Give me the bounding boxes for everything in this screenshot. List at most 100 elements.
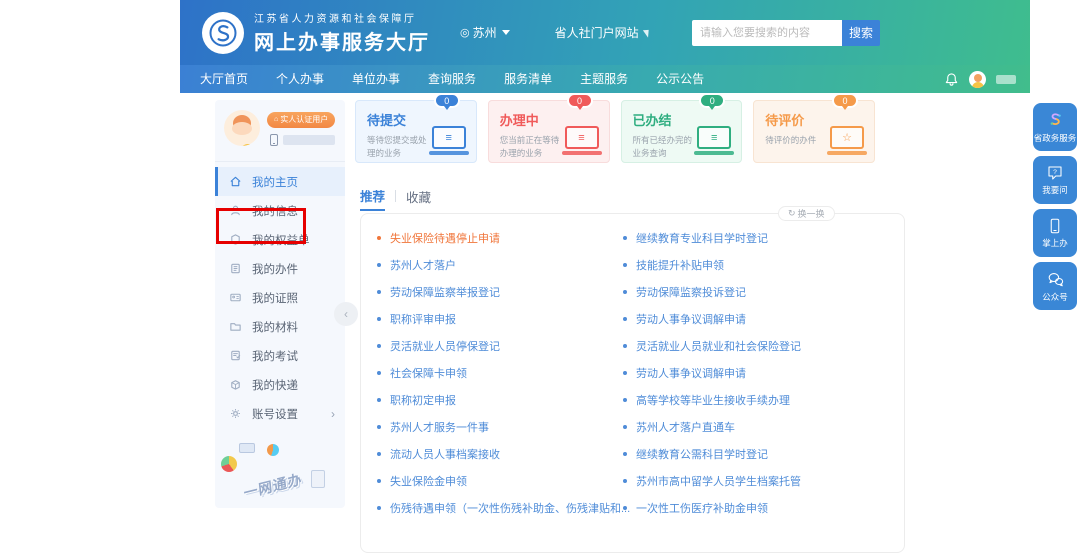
service-link[interactable]: 技能提升补贴申领 (623, 251, 801, 278)
nav-item-home[interactable]: 大厅首页 (186, 65, 262, 93)
bullet-icon (377, 236, 381, 240)
fab-wechat[interactable]: 公众号 (1033, 262, 1077, 310)
sidebar-item-label: 我的证照 (252, 290, 298, 306)
fab-ask[interactable]: ? 我要问 (1033, 156, 1077, 204)
sidebar-item-account-settings[interactable]: 账号设置 › (215, 399, 345, 428)
svg-text:?: ? (1053, 169, 1057, 176)
service-link[interactable]: 社会保障卡申领 (377, 359, 630, 386)
fab-gov-service[interactable]: 省政务服务 (1033, 103, 1077, 151)
sidebar-item-my-certificates[interactable]: 我的证照 (215, 283, 345, 312)
tab-divider (395, 190, 396, 202)
service-link[interactable]: 职称初定申报 (377, 386, 630, 413)
card-to-evaluate[interactable]: 0 待评价 待评价的办件 (753, 100, 875, 163)
fab-mobile[interactable]: 掌上办 (1033, 209, 1077, 257)
exam-icon (229, 349, 242, 362)
service-link[interactable]: 灵活就业人员停保登记 (377, 332, 630, 359)
laptop-lines-icon (429, 126, 469, 155)
sidebar-item-my-home[interactable]: 我的主页 (215, 167, 345, 196)
user-avatar[interactable] (969, 71, 986, 88)
count-badge: 0 (434, 93, 460, 108)
nav-item-service-list[interactable]: 服务清单 (490, 65, 566, 93)
delivery-icon (229, 378, 242, 391)
nav-item-notice[interactable]: 公示公告 (642, 65, 718, 93)
city-selector[interactable]: 苏州 (460, 24, 510, 41)
service-link[interactable]: 劳动人事争议调解申请 (623, 305, 801, 332)
service-list-panel: 失业保险待遇停止申请 苏州人才落户 劳动保障监察举报登记 职称评审申报 灵活就业… (360, 213, 905, 553)
sidebar-item-my-rights[interactable]: 我的权益单 (215, 225, 345, 254)
fab-label: 省政务服务 (1034, 132, 1077, 144)
sidebar-collapse-button[interactable] (334, 302, 358, 326)
search-button[interactable]: 搜索 (842, 20, 880, 46)
service-link[interactable]: 灵活就业人员就业和社会保险登记 (623, 332, 801, 359)
refresh-button[interactable]: 换一换 (778, 206, 835, 221)
main-nav: 大厅首页 个人办事 单位办事 查询服务 服务清单 主题服务 公示公告 (180, 65, 1030, 93)
sidebar-item-my-files[interactable]: 我的办件 (215, 254, 345, 283)
service-column-left: 失业保险待遇停止申请 苏州人才落户 劳动保障监察举报登记 职称评审申报 灵活就业… (377, 224, 630, 521)
service-link[interactable]: 苏州人才落户 (377, 251, 630, 278)
avatar[interactable] (224, 110, 260, 146)
status-cards: 0 待提交 等待您提交或处理的业务 0 办理中 您当前正在等待办理的业务 0 已… (355, 100, 875, 163)
rights-icon (229, 233, 242, 246)
tab-favorites[interactable]: 收藏 (406, 187, 431, 210)
provincial-portal-link[interactable]: 省人社门户网站 (555, 24, 650, 41)
bullet-icon (377, 263, 381, 267)
fab-label: 公众号 (1042, 291, 1068, 303)
service-link[interactable]: 劳动保障监察投诉登记 (623, 278, 801, 305)
sidebar-item-my-exams[interactable]: 我的考试 (215, 341, 345, 370)
nav-item-query[interactable]: 查询服务 (414, 65, 490, 93)
bullet-icon (623, 290, 627, 294)
user-section: 实人认证用户 (215, 100, 345, 162)
service-link[interactable]: 失业保险金申领 (377, 467, 630, 494)
card-to-submit[interactable]: 0 待提交 等待您提交或处理的业务 (355, 100, 477, 163)
sidebar-item-label: 账号设置 (252, 406, 298, 422)
sidebar-item-label: 我的材料 (252, 319, 298, 335)
service-link[interactable]: 苏州人才落户直通车 (623, 413, 801, 440)
service-link[interactable]: 继续教育专业科目学时登记 (623, 224, 801, 251)
home-icon (229, 175, 242, 188)
pie-chart-decoration (221, 456, 237, 472)
bullet-icon (377, 452, 381, 456)
service-link[interactable]: 职称评审申报 (377, 305, 630, 332)
nav-item-unit[interactable]: 单位办事 (338, 65, 414, 93)
sidebar-item-label: 我的主页 (252, 174, 298, 190)
auth-status-badge: 实人认证用户 (267, 112, 335, 128)
card-in-progress[interactable]: 0 办理中 您当前正在等待办理的业务 (488, 100, 610, 163)
redacted-phone-number (283, 135, 335, 145)
phone-row (270, 134, 335, 146)
mobile-phone-icon (1046, 217, 1064, 235)
service-link[interactable]: 失业保险待遇停止申请 (377, 224, 630, 251)
card-completed[interactable]: 0 已办结 所有已经办完的业务查询 (621, 100, 743, 163)
sidebar-item-my-delivery[interactable]: 我的快递 (215, 370, 345, 399)
search-input[interactable] (692, 20, 842, 46)
illustration: 一网通办 (215, 430, 345, 508)
site-header: 江苏省人力资源和社会保障厅 网上办事服务大厅 苏州 省人社门户网站 搜索 (180, 0, 1030, 65)
org-name: 江苏省人力资源和社会保障厅 (254, 10, 430, 25)
sidebar-item-my-materials[interactable]: 我的材料 (215, 312, 345, 341)
card-desc: 等待您提交或处理的业务 (367, 134, 427, 160)
service-link[interactable]: 流动人员人事档案接收 (377, 440, 630, 467)
card-desc: 待评价的办件 (765, 134, 825, 147)
sidebar-item-label: 我的办件 (252, 261, 298, 277)
document-decoration (311, 470, 325, 488)
service-link[interactable]: 劳动保障监察举报登记 (377, 278, 630, 305)
service-link[interactable]: 高等学校等毕业生接收手续办理 (623, 386, 801, 413)
bell-icon[interactable] (944, 72, 959, 87)
sidebar-item-my-info[interactable]: 我的信息 (215, 196, 345, 225)
service-link[interactable]: 劳动人事争议调解申请 (623, 359, 801, 386)
chevron-right-icon: › (331, 407, 335, 421)
service-link[interactable]: 苏州市高中留学人员学生档案托管 (623, 467, 801, 494)
phone-icon (270, 134, 278, 146)
refresh-label: 换一换 (798, 207, 825, 220)
service-link[interactable]: 继续教育公需科目学时登记 (623, 440, 801, 467)
laptop-star-icon (827, 126, 867, 155)
count-badge: 0 (832, 93, 858, 108)
cursor-icon (643, 27, 652, 37)
tab-recommend[interactable]: 推荐 (360, 186, 385, 211)
sidebar: 实人认证用户 我的主页 我的信息 我的权益单 我的办件 我的证照 我的材料 (215, 100, 345, 508)
service-link[interactable]: 苏州人才服务一件事 (377, 413, 630, 440)
redacted-username (996, 75, 1016, 84)
sidebar-item-label: 我的快递 (252, 377, 298, 393)
nav-item-personal[interactable]: 个人办事 (262, 65, 338, 93)
portal-link-label: 省人社门户网站 (555, 24, 639, 41)
nav-item-theme[interactable]: 主题服务 (566, 65, 642, 93)
